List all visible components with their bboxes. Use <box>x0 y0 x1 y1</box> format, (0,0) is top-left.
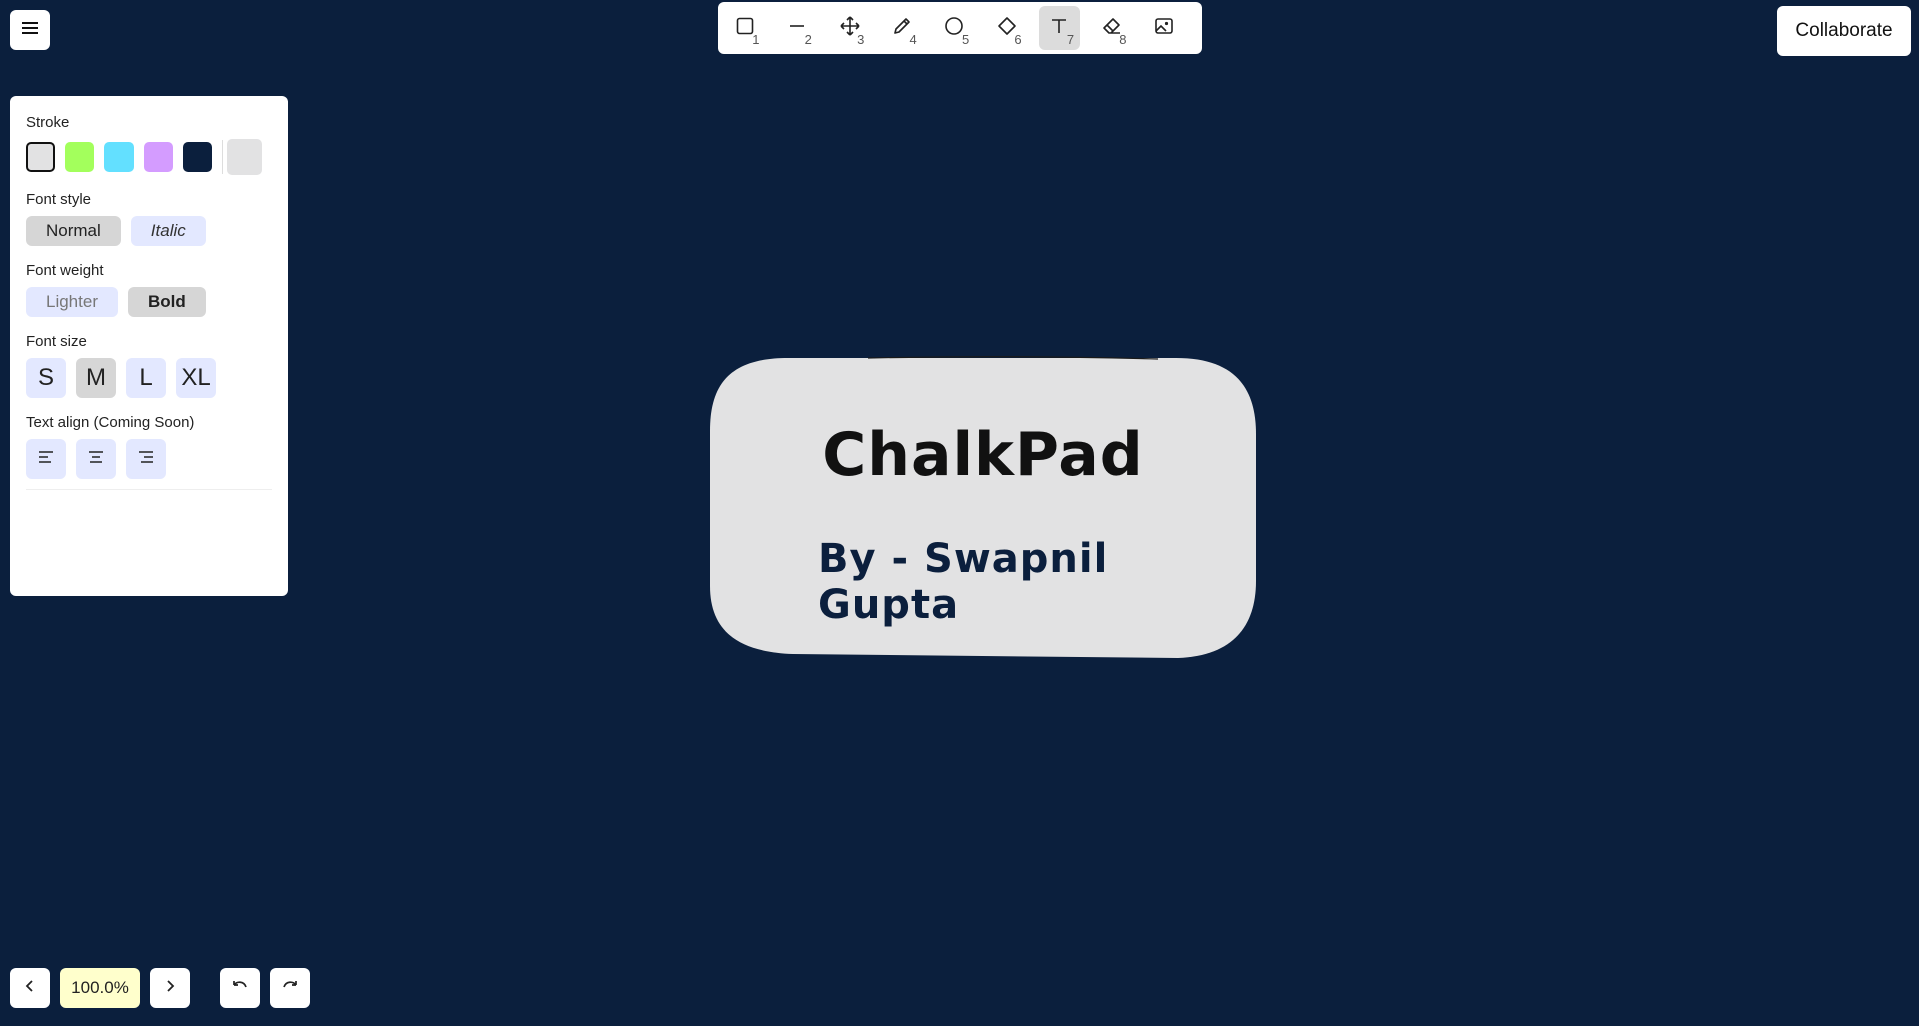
tool-shortcut: 2 <box>804 32 812 47</box>
hamburger-menu-icon <box>22 21 38 40</box>
stroke-swatch[interactable] <box>65 142 95 172</box>
text-tool[interactable]: 7 <box>1038 6 1081 50</box>
tool-shortcut: 3 <box>857 32 865 47</box>
font-size-label: Font size <box>26 333 87 350</box>
tool-shortcut: 8 <box>1119 32 1127 47</box>
stroke-swatch[interactable] <box>26 142 56 172</box>
font-size-m-button[interactable]: M <box>76 358 116 398</box>
properties-panel: Stroke Font style Normal Italic Font wei… <box>10 96 288 596</box>
stroke-swatch[interactable] <box>143 142 173 172</box>
line-tool[interactable]: 2 <box>776 6 817 50</box>
custom-color-swatch[interactable] <box>227 139 263 175</box>
tool-shortcut: 1 <box>752 32 760 47</box>
prev-button[interactable] <box>10 968 50 1008</box>
swatch-divider <box>222 140 224 174</box>
font-weight-lighter-button[interactable]: Lighter <box>26 287 118 317</box>
font-size-xl-button[interactable]: XL <box>176 358 216 398</box>
align-center-button[interactable] <box>76 439 116 479</box>
text-icon <box>1050 17 1068 40</box>
align-left-icon <box>38 450 54 469</box>
font-weight-options: Lighter Bold <box>26 287 272 317</box>
toolbar: 1 2 3 4 5 6 7 8 <box>718 2 1202 54</box>
eraser-tool[interactable]: 8 <box>1091 6 1132 50</box>
font-style-italic-button[interactable]: Italic <box>130 216 206 246</box>
circle-tool[interactable]: 5 <box>934 6 975 50</box>
tool-shortcut: 7 <box>1066 32 1075 47</box>
stroke-swatch[interactable] <box>104 142 134 172</box>
align-right-icon <box>138 450 154 469</box>
text-align-label: Text align (Coming Soon) <box>26 414 195 431</box>
zoom-level[interactable]: 100.0% <box>60 968 140 1008</box>
image-tool[interactable] <box>1144 6 1185 50</box>
font-style-label: Font style <box>26 191 92 208</box>
align-center-icon <box>88 450 104 469</box>
card-subtitle: By - Swapnil Gupta <box>818 536 1109 628</box>
move-tool[interactable]: 3 <box>829 6 870 50</box>
font-weight-label: Font weight <box>26 262 104 279</box>
stroke-label: Stroke <box>26 114 70 131</box>
tool-shortcut: 5 <box>961 32 970 47</box>
tool-shortcut: 4 <box>909 32 917 47</box>
card-title: ChalkPad <box>822 420 1144 490</box>
line-icon <box>788 17 806 40</box>
text-align-options <box>26 439 272 479</box>
pencil-tool[interactable]: 4 <box>881 6 922 50</box>
font-size-options: S M L XL <box>26 358 272 398</box>
undo-icon <box>231 979 249 998</box>
font-style-normal-button[interactable]: Normal <box>26 216 121 246</box>
redo-icon <box>281 979 299 998</box>
font-size-l-button[interactable]: L <box>126 358 166 398</box>
next-button[interactable] <box>150 968 190 1008</box>
rectangle-tool[interactable]: 1 <box>724 6 765 50</box>
font-style-options: Normal Italic <box>26 216 272 246</box>
undo-button[interactable] <box>220 968 260 1008</box>
tool-shortcut: 6 <box>1014 32 1022 47</box>
panel-divider <box>26 489 272 490</box>
align-right-button[interactable] <box>126 439 166 479</box>
font-weight-bold-button[interactable]: Bold <box>127 287 206 317</box>
collaborate-button[interactable]: Collaborate <box>1777 6 1911 56</box>
stroke-swatch[interactable] <box>182 142 213 172</box>
stroke-swatches <box>26 139 272 175</box>
align-left-button[interactable] <box>26 439 66 479</box>
image-icon <box>1154 16 1174 41</box>
chevron-left-icon <box>24 979 36 998</box>
redo-button[interactable] <box>270 968 310 1008</box>
diamond-tool[interactable]: 6 <box>986 6 1027 50</box>
canvas-card[interactable]: ChalkPad By - Swapnil Gupta <box>708 356 1258 658</box>
rectangle-icon <box>736 17 754 40</box>
chevron-right-icon <box>164 979 176 998</box>
font-size-s-button[interactable]: S <box>26 358 66 398</box>
menu-button[interactable] <box>10 10 50 50</box>
